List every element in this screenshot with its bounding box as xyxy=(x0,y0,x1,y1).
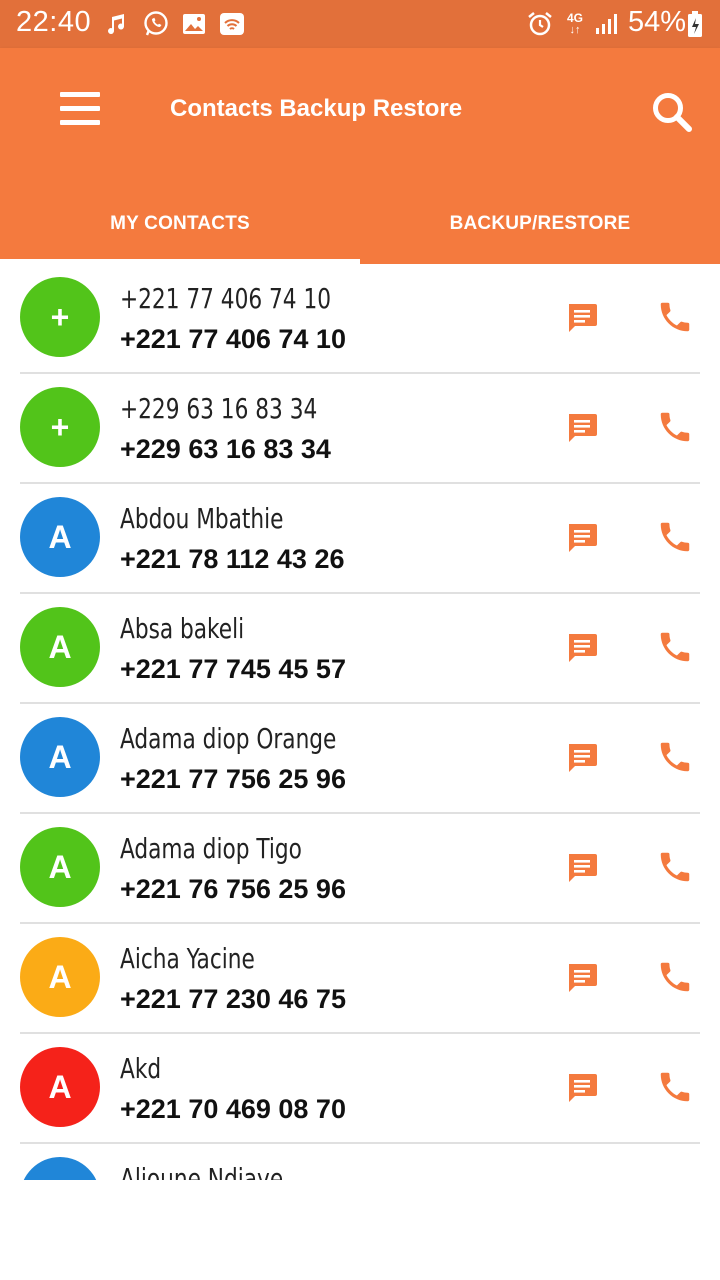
app-title: Contacts Backup Restore xyxy=(170,95,463,122)
whatsapp-icon xyxy=(142,10,170,38)
search-button[interactable] xyxy=(648,88,696,136)
contact-name: Aicha Yacine xyxy=(120,942,255,975)
contact-list[interactable]: + +221 77 406 74 10 +221 77 406 74 10 + +229… xyxy=(0,264,720,1180)
contact-phone: +221 77 406 74 10 xyxy=(120,324,346,354)
contact-name: Absa bakeli xyxy=(120,612,245,645)
call-button[interactable] xyxy=(656,628,694,666)
network-4g-icon: 4G ↓↑ xyxy=(566,11,583,36)
sms-button[interactable] xyxy=(564,740,600,776)
contact-name: Adama diop Tigo xyxy=(120,832,302,865)
message-icon xyxy=(564,744,600,780)
tab-bar: MY CONTACTS BACKUP/RESTORE xyxy=(0,184,720,264)
battery-percent: 54% xyxy=(628,6,687,38)
contact-avatar: A xyxy=(20,1047,100,1127)
message-icon xyxy=(564,634,600,670)
contact-phone: +221 77 230 46 75 xyxy=(120,984,346,1014)
contact-avatar: A xyxy=(20,1157,100,1180)
call-button[interactable] xyxy=(656,298,694,336)
contact-row[interactable]: A Alioune Ndiaye xyxy=(0,1144,720,1180)
call-button[interactable] xyxy=(656,408,694,446)
call-button[interactable] xyxy=(656,958,694,996)
contact-name: Abdou Mbathie xyxy=(120,502,284,535)
search-icon xyxy=(653,93,692,132)
contact-row[interactable]: A Adama diop Orange +221 77 756 25 96 xyxy=(0,704,720,814)
sms-button[interactable] xyxy=(564,630,600,666)
tab-backup-restore[interactable]: BACKUP/RESTORE xyxy=(360,184,720,264)
phone-icon xyxy=(656,412,694,450)
contact-avatar: A xyxy=(20,937,100,1017)
contact-row[interactable]: + +221 77 406 74 10 +221 77 406 74 10 xyxy=(0,264,720,374)
contact-row[interactable]: + +229 63 16 83 34 +229 63 16 83 34 xyxy=(0,374,720,484)
contact-avatar: A xyxy=(20,717,100,797)
sms-button[interactable] xyxy=(564,850,600,886)
call-button[interactable] xyxy=(656,1068,694,1106)
phone-icon xyxy=(656,522,694,560)
message-icon xyxy=(564,304,600,340)
tab-label: BACKUP/RESTORE xyxy=(449,213,631,234)
phone-icon xyxy=(656,742,694,780)
contact-name: Adama diop Orange xyxy=(120,722,337,755)
message-icon xyxy=(564,1074,600,1110)
contact-row[interactable]: A Absa bakeli +221 77 745 45 57 xyxy=(0,594,720,704)
message-icon xyxy=(564,414,600,450)
network-label: 4G xyxy=(566,11,583,25)
contact-row[interactable]: A Aicha Yacine +221 77 230 46 75 xyxy=(0,924,720,1034)
contact-name: +229 63 16 83 34 xyxy=(120,392,318,425)
music-note-icon xyxy=(104,10,132,38)
sms-button[interactable] xyxy=(564,1070,600,1106)
contact-phone: +221 77 745 45 57 xyxy=(120,654,346,684)
call-button[interactable] xyxy=(656,848,694,886)
contact-phone: +229 63 16 83 34 xyxy=(120,434,331,464)
phone-icon xyxy=(656,632,694,670)
contact-avatar: A xyxy=(20,497,100,577)
status-time: 22:40 xyxy=(16,6,92,38)
bottom-blank-area xyxy=(0,1180,720,1280)
contact-avatar: A xyxy=(20,827,100,907)
contact-row[interactable]: A Adama diop Tigo +221 76 756 25 96 xyxy=(0,814,720,924)
contact-avatar: + xyxy=(20,277,100,357)
message-icon xyxy=(564,524,600,560)
contact-name: +221 77 406 74 10 xyxy=(120,282,332,315)
phone-icon xyxy=(656,302,694,340)
contact-name: Akd xyxy=(120,1052,162,1085)
call-button[interactable] xyxy=(656,738,694,776)
contact-row[interactable]: A Akd +221 70 469 08 70 xyxy=(0,1034,720,1144)
tab-label: MY CONTACTS xyxy=(110,213,250,234)
contact-avatar: A xyxy=(20,607,100,687)
app-bar: Contacts Backup Restore MY CONTACTS BACK… xyxy=(0,48,720,264)
sms-button[interactable] xyxy=(564,300,600,336)
battery-icon xyxy=(686,10,704,38)
message-icon xyxy=(564,964,600,1000)
phone-icon xyxy=(656,1072,694,1110)
contact-phone: +221 77 756 25 96 xyxy=(120,764,346,794)
contact-phone: +221 76 756 25 96 xyxy=(120,874,346,904)
contact-phone: +221 78 112 43 26 xyxy=(120,544,345,574)
image-icon xyxy=(180,10,208,38)
tab-my-contacts[interactable]: MY CONTACTS xyxy=(0,184,360,264)
phone-icon xyxy=(656,852,694,890)
alarm-icon xyxy=(526,10,554,38)
contact-name: Alioune Ndiaye xyxy=(120,1162,284,1180)
wifi-icon xyxy=(218,10,246,38)
menu-button[interactable] xyxy=(56,88,104,132)
contact-row[interactable]: A Abdou Mbathie +221 78 112 43 26 xyxy=(0,484,720,594)
contact-phone: +221 70 469 08 70 xyxy=(120,1094,346,1124)
sms-button[interactable] xyxy=(564,520,600,556)
call-button[interactable] xyxy=(656,518,694,556)
sms-button[interactable] xyxy=(564,960,600,996)
sms-button[interactable] xyxy=(564,410,600,446)
signal-icon xyxy=(592,10,620,38)
status-bar: 22:40 4G ↓↑ 54% xyxy=(0,0,720,48)
contact-avatar: + xyxy=(20,387,100,467)
phone-icon xyxy=(656,962,694,1000)
message-icon xyxy=(564,854,600,890)
